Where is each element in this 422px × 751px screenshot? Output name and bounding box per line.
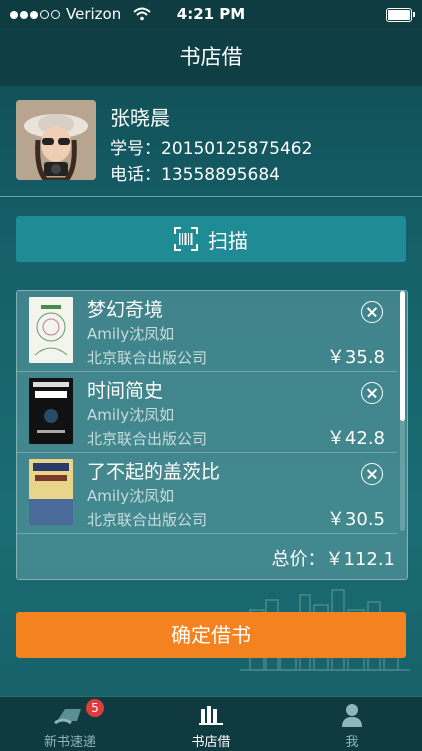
barcode-scan-icon <box>174 227 198 251</box>
list-item: 时间简史 Amily沈凤如 北京联合出版公司 ￥42.8 <box>17 372 397 453</box>
tab-bar: 5 新书速递 书店借 我 <box>0 696 422 751</box>
tab-label: 新书速递 <box>43 735 96 750</box>
tab-label: 我 <box>345 735 359 750</box>
notification-badge: 5 <box>86 699 104 717</box>
remove-icon[interactable] <box>361 382 383 404</box>
book-publisher: 北京联合出版公司 <box>87 511 208 529</box>
student-id: 学号：20150125875462 <box>110 139 313 159</box>
book-author: Amily沈凤如 <box>87 487 175 505</box>
remove-icon[interactable] <box>361 301 383 323</box>
list-item: 了不起的盖茨比 Amily沈凤如 北京联合出版公司 ￥30.5 <box>17 453 397 534</box>
status-time: 4:21 PM <box>176 5 246 23</box>
user-icon <box>342 704 362 727</box>
delivery-icon <box>54 709 81 725</box>
book-cover <box>29 297 73 363</box>
tab-bookstore-borrow[interactable]: 书店借 <box>141 697 281 751</box>
user-name: 张晓晨 <box>110 106 170 130</box>
total-price: 总价：￥112.1 <box>271 549 395 570</box>
book-publisher: 北京联合出版公司 <box>87 349 208 367</box>
tab-label: 书店借 <box>191 735 231 750</box>
book-price: ￥30.5 <box>326 509 385 530</box>
bookshelf-icon <box>199 706 223 725</box>
battery-icon <box>386 8 415 22</box>
book-title: 梦幻奇境 <box>87 299 164 321</box>
divider <box>0 196 422 197</box>
avatar <box>16 100 96 180</box>
status-bar: Verizon 4:21 PM <box>0 0 422 28</box>
tab-new-books[interactable]: 5 新书速递 <box>0 697 140 751</box>
scan-button[interactable]: 扫描 <box>16 216 406 262</box>
book-title: 时间简史 <box>87 380 164 402</box>
page-title: 书店借 <box>0 28 422 86</box>
book-price: ￥42.8 <box>326 428 385 449</box>
confirm-borrow-button[interactable]: 确定借书 <box>16 612 406 658</box>
borrow-list: 梦幻奇境 Amily沈凤如 北京联合出版公司 ￥35.8 时间简史 Amily沈… <box>16 290 408 580</box>
tab-me[interactable]: 我 <box>282 697 422 751</box>
remove-icon[interactable] <box>361 463 383 485</box>
book-cover <box>29 459 73 525</box>
list-scrollbar[interactable] <box>400 291 405 531</box>
book-publisher: 北京联合出版公司 <box>87 430 208 448</box>
book-author: Amily沈凤如 <box>87 325 175 343</box>
user-profile: 张晓晨 学号：20150125875462 电话：13558895684 <box>0 86 422 196</box>
book-title: 了不起的盖茨比 <box>87 461 221 483</box>
scan-label: 扫描 <box>208 228 248 253</box>
phone-number: 电话：13558895684 <box>110 165 280 185</box>
book-price: ￥35.8 <box>326 347 385 368</box>
list-item: 梦幻奇境 Amily沈凤如 北京联合出版公司 ￥35.8 <box>17 291 397 372</box>
book-author: Amily沈凤如 <box>87 406 175 424</box>
book-cover <box>29 378 73 444</box>
